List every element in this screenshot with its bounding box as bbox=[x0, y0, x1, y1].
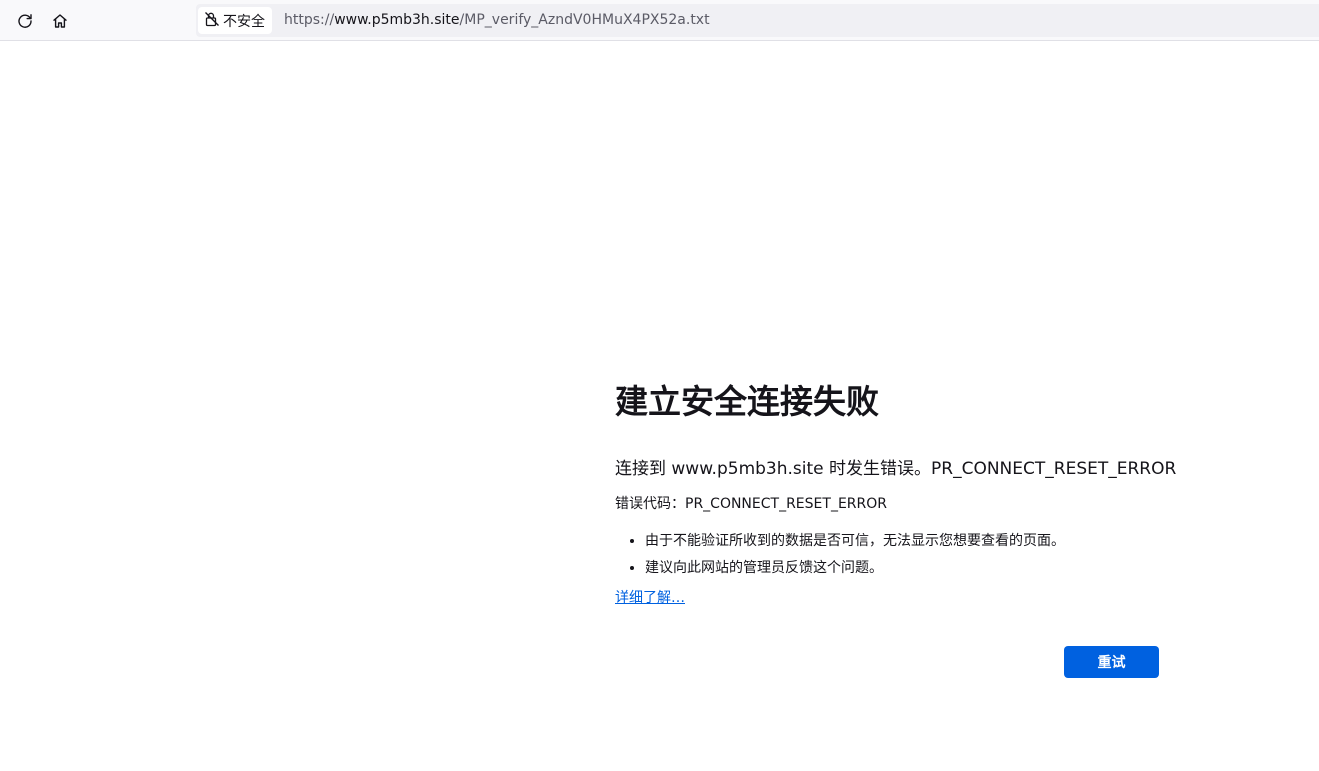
reload-icon bbox=[17, 13, 33, 29]
url-path: /MP_verify_AzndV0HMuX4PX52a.txt bbox=[459, 12, 710, 28]
retry-button[interactable]: 重试 bbox=[1064, 646, 1159, 678]
error-code: 错误代码：PR_CONNECT_RESET_ERROR bbox=[615, 496, 887, 512]
lock-warning-icon bbox=[204, 11, 220, 31]
reload-button[interactable] bbox=[10, 6, 40, 36]
site-security-indicator[interactable]: 不安全 bbox=[198, 7, 272, 34]
url-host: www.p5mb3h.site bbox=[334, 12, 460, 28]
url-text[interactable]: https://www.p5mb3h.site/MP_verify_AzndV0… bbox=[284, 12, 710, 28]
home-icon bbox=[52, 13, 68, 29]
security-label: 不安全 bbox=[223, 13, 265, 30]
browser-toolbar: 不安全 https://www.p5mb3h.site/MP_verify_Az… bbox=[0, 0, 1319, 41]
learn-more-link[interactable]: 详细了解… bbox=[615, 588, 685, 608]
url-scheme: https:// bbox=[284, 12, 335, 28]
home-button[interactable] bbox=[45, 6, 75, 36]
list-item: 建议向此网站的管理员反馈这个问题。 bbox=[645, 555, 1175, 582]
error-description: 连接到 www.p5mb3h.site 时发生错误。PR_CONNECT_RES… bbox=[615, 459, 1177, 479]
error-title: 建立安全连接失败 bbox=[615, 382, 879, 421]
error-advice-list: 由于不能验证所收到的数据是否可信，无法显示您想要查看的页面。 建议向此网站的管理… bbox=[615, 528, 1175, 582]
url-bar[interactable]: 不安全 https://www.p5mb3h.site/MP_verify_Az… bbox=[196, 4, 1319, 37]
error-page-content: 建立安全连接失败 连接到 www.p5mb3h.site 时发生错误。PR_CO… bbox=[615, 380, 1177, 608]
list-item: 由于不能验证所收到的数据是否可信，无法显示您想要查看的页面。 bbox=[645, 528, 1175, 555]
